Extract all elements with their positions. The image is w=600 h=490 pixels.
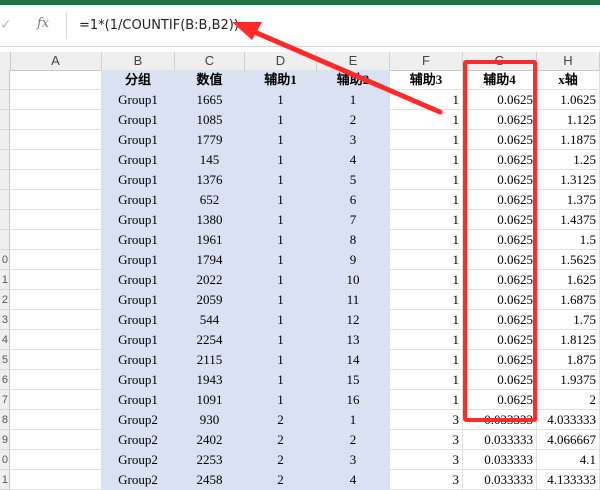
- annotation-arrow: [232, 22, 443, 115]
